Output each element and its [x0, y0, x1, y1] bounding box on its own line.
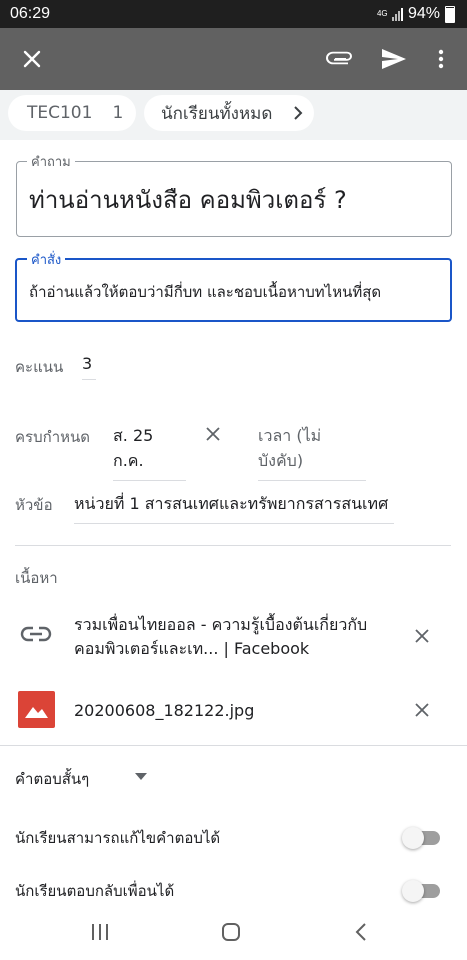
content-label: เนื้อหา: [15, 569, 58, 587]
topic-label: หัวข้อ: [15, 496, 53, 514]
remove-attachment-button[interactable]: [410, 698, 434, 722]
points-label: คะแนน: [15, 358, 64, 376]
topic-field[interactable]: หน่วยที่ 1 สารสนเทศและทรัพยากรสารสนเทศ: [74, 492, 394, 524]
image-icon: [18, 691, 55, 728]
allow-reply-toggle[interactable]: [402, 878, 440, 902]
instructions-input[interactable]: ถ้าอ่านแล้วให้ตอบว่ามีกี่บท และชอบเนื้อห…: [29, 280, 381, 304]
chevron-right-icon: [294, 106, 303, 120]
audience-chip[interactable]: นักเรียนทั้งหมด: [144, 95, 314, 131]
toggle-label: นักเรียนสามารถแก้ไขคำตอบได้: [15, 829, 221, 847]
send-button[interactable]: [378, 28, 410, 90]
status-bar: 06:29 4G 94%: [0, 0, 467, 28]
points-input[interactable]: 3: [82, 354, 96, 380]
more-vert-icon: [438, 49, 444, 69]
signal-icon: [391, 7, 403, 21]
instructions-label: คำสั่ง: [27, 249, 66, 270]
link-icon: [20, 626, 52, 642]
recents-icon[interactable]: [91, 923, 109, 941]
instructions-field[interactable]: คำสั่ง ถ้าอ่านแล้วให้ตอบว่ามีกี่บท และชอ…: [15, 249, 452, 322]
close-icon: [415, 629, 429, 643]
home-icon[interactable]: [221, 922, 241, 942]
class-code: TEC101: [27, 103, 93, 123]
attachment-title: 20200608_182122.jpg: [74, 701, 255, 720]
close-icon: [206, 427, 220, 441]
send-icon: [382, 49, 406, 69]
more-options-button[interactable]: [430, 28, 452, 90]
audience-label: นักเรียนทั้งหมด: [161, 103, 273, 124]
allow-edit-answer-toggle[interactable]: [402, 825, 440, 849]
battery-percent: 94%: [407, 5, 440, 22]
question-input[interactable]: ท่านอ่านหนังสือ คอมพิวเตอร์ ?: [29, 180, 347, 219]
attach-button[interactable]: [322, 28, 358, 90]
due-label: ครบกำหนด: [15, 428, 90, 446]
divider: [15, 545, 451, 546]
attachment-title: รวมเพื่อนไทยออล - ความรู้เบื้องต้นเกี่ยว…: [74, 615, 368, 658]
question-field[interactable]: คำถาม ท่านอ่านหนังสือ คอมพิวเตอร์ ?: [16, 151, 452, 237]
class-selector-row: TEC101 1 นักเรียนทั้งหมด: [0, 90, 467, 140]
battery-icon: [445, 5, 455, 23]
class-count: 1: [112, 103, 124, 123]
question-type-value: คำตอบสั้นๆ: [15, 770, 90, 788]
question-label: คำถาม: [27, 151, 75, 172]
toggle-label: นักเรียนตอบกลับเพื่อนได้: [15, 882, 175, 900]
close-icon: [23, 50, 41, 68]
attachment-icon: [326, 51, 352, 65]
status-time: 06:29: [10, 5, 51, 22]
clear-due-date-button[interactable]: [201, 422, 225, 446]
due-time-field[interactable]: เวลา (ไม่บังคับ): [258, 424, 366, 481]
remove-attachment-button[interactable]: [410, 624, 434, 648]
dropdown-arrow-icon: [135, 773, 147, 780]
back-icon[interactable]: [355, 922, 367, 942]
class-chip[interactable]: TEC101 1: [8, 95, 136, 131]
network-type: 4G: [376, 9, 388, 18]
close-button[interactable]: [12, 28, 52, 90]
due-date-field[interactable]: ส. 25 ก.ค.: [113, 424, 186, 481]
divider: [0, 745, 467, 746]
app-bar: [0, 28, 467, 90]
system-nav-bar: [0, 910, 467, 960]
close-icon: [415, 703, 429, 717]
